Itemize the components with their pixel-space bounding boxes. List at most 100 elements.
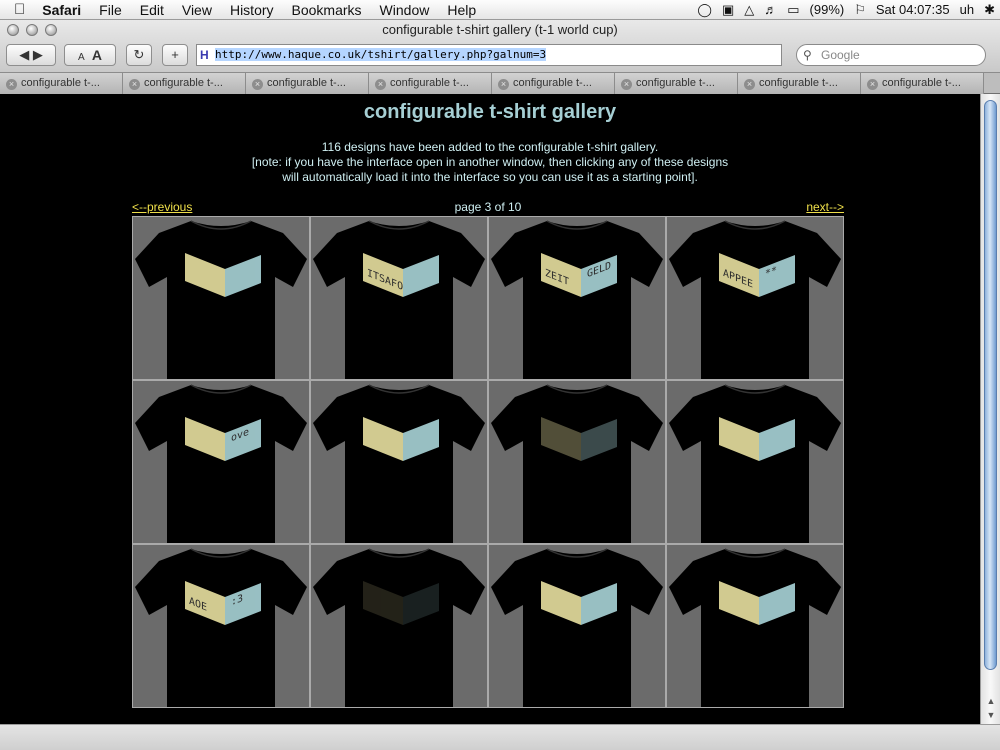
menu-edit[interactable]: Edit (131, 0, 173, 20)
search-icon: ⚲ (803, 48, 812, 62)
search-field[interactable]: ⚲ Google (796, 44, 986, 66)
description-line: 116 designs have been added to the confi… (321, 140, 659, 154)
tab-label: configurable t-... (390, 77, 469, 89)
tab-label: configurable t-... (636, 77, 715, 89)
description-line: [note: if you have the interface open in… (251, 155, 729, 169)
tab-8[interactable]: × configurable t-... (861, 73, 984, 94)
menu-user[interactable]: uh (955, 0, 979, 20)
status-circle-icon[interactable]: ◯ (692, 0, 717, 20)
design-thumbnail[interactable] (311, 381, 487, 543)
design-thumbnail[interactable] (667, 381, 843, 543)
menu-history[interactable]: History (221, 0, 283, 20)
menu-bookmarks[interactable]: Bookmarks (283, 0, 371, 20)
favicon-icon: H (200, 48, 209, 62)
close-tab-icon[interactable]: × (6, 79, 17, 90)
reload-button[interactable]: ↻ (126, 44, 152, 66)
menu-bar:  Safari File Edit View History Bookmark… (0, 0, 1000, 20)
design-thumbnail[interactable] (133, 217, 309, 379)
menu-file[interactable]: File (90, 0, 131, 20)
close-tab-icon[interactable]: × (498, 79, 509, 90)
scroll-down-icon[interactable]: ▼ (981, 708, 1000, 722)
close-tab-icon[interactable]: × (621, 79, 632, 90)
description-line: will automatically load it into the inte… (282, 170, 698, 184)
tab-5[interactable]: × configurable t-... (492, 73, 615, 94)
design-thumbnail[interactable]: ITSAFO (311, 217, 487, 379)
menu-extras: ◯ ▣ △ ♬ ▭ (99%) ⚐ Sat 04:07:35 uh ✱ (692, 0, 1000, 20)
tshirt-image (313, 384, 485, 543)
tab-2[interactable]: × configurable t-... (123, 73, 246, 94)
zoom-window-button[interactable] (45, 24, 57, 36)
close-tab-icon[interactable]: × (129, 79, 140, 90)
vertical-scrollbar[interactable]: ▲ ▼ (980, 94, 1000, 724)
tshirt-image: ZEIT GELD (491, 220, 663, 379)
back-forward-buttons[interactable]: ◀ ▶ (6, 44, 56, 66)
tab-6[interactable]: × configurable t-... (615, 73, 738, 94)
menu-clock[interactable]: Sat 04:07:35 (871, 0, 955, 20)
close-tab-icon[interactable]: × (867, 79, 878, 90)
close-tab-icon[interactable]: × (252, 79, 263, 90)
design-thumbnail[interactable] (311, 545, 487, 707)
design-thumbnail[interactable]: APPEE ** (667, 217, 843, 379)
tshirt-image (669, 384, 841, 543)
bluetooth-icon[interactable]: ✱ (979, 0, 1000, 20)
text-size-buttons[interactable]: A A (64, 44, 116, 66)
minimize-window-button[interactable] (26, 24, 38, 36)
back-arrow-icon[interactable]: ◀ (19, 47, 29, 62)
tab-4[interactable]: × configurable t-... (369, 73, 492, 94)
add-bookmark-button[interactable]: + (162, 44, 188, 66)
tshirt-image: APPEE ** (669, 220, 841, 379)
battery-percent[interactable]: (99%) (805, 0, 850, 20)
design-thumbnail[interactable] (667, 545, 843, 707)
next-link[interactable]: next--> (806, 200, 844, 214)
menu-view[interactable]: View (173, 0, 221, 20)
tshirt-image: ITSAFO (313, 220, 485, 379)
menu-app-name[interactable]: Safari (33, 0, 90, 20)
forward-arrow-icon[interactable]: ▶ (33, 47, 43, 62)
apple-menu-icon[interactable]:  (0, 0, 33, 20)
page-title: configurable t-shirt gallery (363, 101, 617, 123)
tab-label: configurable t-... (759, 77, 838, 89)
tshirt-image: AOE:3 (135, 548, 307, 707)
window-title: configurable t-shirt gallery (t-1 world … (382, 22, 618, 37)
design-thumbnail[interactable]: ZEIT GELD (489, 217, 665, 379)
tab-label: configurable t-... (513, 77, 592, 89)
menu-help[interactable]: Help (438, 0, 485, 20)
tab-1[interactable]: × configurable t-... (0, 73, 123, 94)
input-flag-icon[interactable]: ⚐ (849, 0, 871, 20)
close-tab-icon[interactable]: × (375, 79, 386, 90)
display-icon[interactable]: ▣ (717, 0, 739, 20)
tshirt-shape (135, 549, 307, 707)
tab-label: configurable t-... (21, 77, 100, 89)
close-window-button[interactable] (7, 24, 19, 36)
title-bar: configurable t-shirt gallery (t-1 world … (0, 20, 1000, 40)
menu-window[interactable]: Window (371, 0, 439, 20)
tab-7[interactable]: × configurable t-... (738, 73, 861, 94)
text-larger-button[interactable]: A (92, 47, 102, 63)
page-indicator: page 3 of 10 (454, 200, 522, 214)
design-thumbnail[interactable]: AOE:3 (133, 545, 309, 707)
tshirt-shape (491, 221, 663, 379)
reload-icon: ↻ (133, 47, 145, 62)
tshirt-shape (669, 221, 841, 379)
design-thumbnail[interactable] (489, 545, 665, 707)
close-tab-icon[interactable]: × (744, 79, 755, 90)
design-thumbnail[interactable]: ove (133, 381, 309, 543)
battery-icon[interactable]: ▭ (782, 0, 804, 20)
tshirt-shape (313, 385, 485, 543)
toolbar: ◀ ▶ A A ↻ + H http://www.haque.co.uk/tsh… (0, 40, 1000, 72)
design-thumbnail[interactable] (489, 381, 665, 543)
page-content: configurable t-shirt gallery 116 designs… (0, 94, 980, 724)
tshirt-shape (313, 549, 485, 707)
design-grid: ITSAFO ZEIT GELD APPEE ** ove AOE:3 (132, 216, 844, 708)
wifi-icon[interactable]: △ (739, 0, 759, 20)
url-text[interactable]: http://www.haque.co.uk/tshirt/gallery.ph… (215, 48, 547, 61)
address-bar[interactable]: H http://www.haque.co.uk/tshirt/gallery.… (196, 44, 782, 66)
scrollbar-thumb[interactable] (984, 100, 997, 670)
tshirt-shape (669, 549, 841, 707)
previous-link[interactable]: <--previous (132, 200, 192, 214)
text-smaller-button[interactable]: A (78, 52, 85, 63)
tab-3[interactable]: × configurable t-... (246, 73, 369, 94)
volume-icon[interactable]: ♬ (759, 0, 782, 20)
tshirt-image (669, 548, 841, 707)
scroll-up-icon[interactable]: ▲ (981, 694, 1000, 708)
